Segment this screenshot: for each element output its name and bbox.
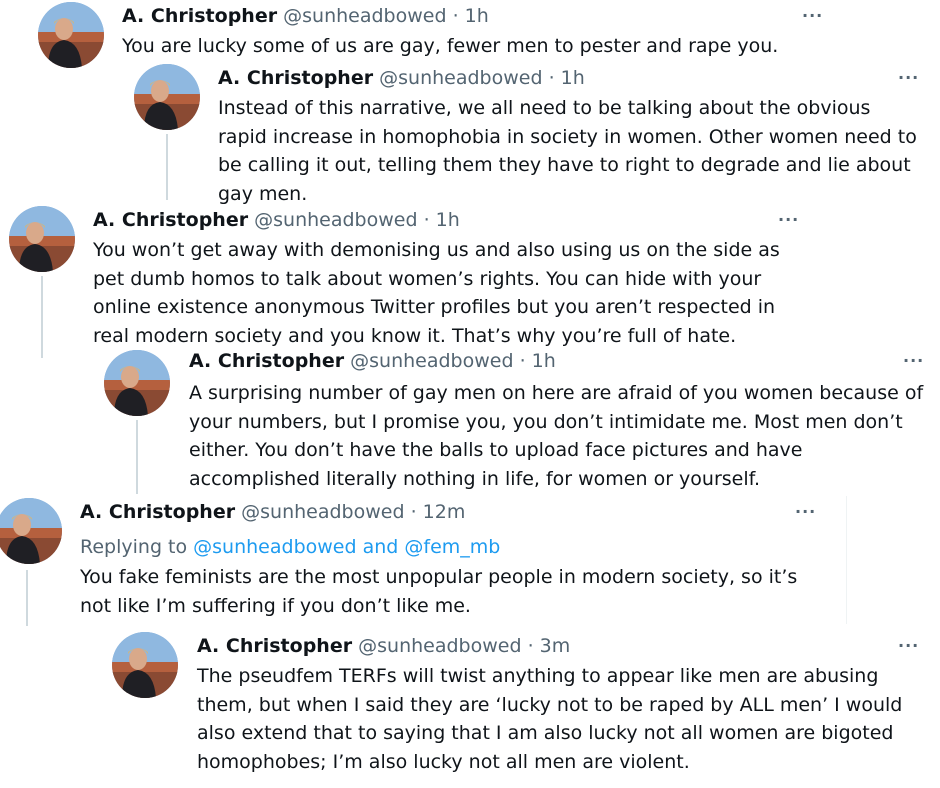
replying-to: Replying to @sunheadbowed and @fem_mb (80, 533, 500, 561)
display-name[interactable]: A. Christopher (197, 635, 352, 657)
timestamp[interactable]: 1h (532, 350, 556, 372)
display-name[interactable]: A. Christopher (80, 501, 235, 523)
separator: · (404, 501, 423, 523)
handle[interactable]: @sunheadbowed (254, 209, 417, 231)
tweet-header: A. Christopher @sunheadbowed · 1h (189, 349, 556, 373)
tweet-text: Instead of this narrative, we all need t… (218, 97, 917, 205)
handle[interactable]: @sunheadbowed (379, 67, 542, 89)
tweet-text: You fake feminists are the most unpopula… (80, 566, 798, 617)
timestamp[interactable]: 1h (465, 5, 489, 27)
more-horizontal-icon[interactable]: ··· (903, 351, 924, 370)
tweet-text: You won’t get away with demonising us an… (93, 239, 780, 347)
handle[interactable]: @sunheadbowed (283, 5, 446, 27)
handle[interactable]: @sunheadbowed (358, 635, 521, 657)
separator: · (521, 635, 540, 657)
timestamp[interactable]: 1h (436, 209, 460, 231)
timestamp[interactable]: 3m (540, 635, 571, 657)
thread-line (166, 134, 168, 200)
tweet-header: A. Christopher @sunheadbowed · 1h (122, 4, 489, 28)
more-horizontal-icon[interactable]: ··· (778, 210, 799, 229)
tweet-header: A. Christopher @sunheadbowed · 12m (80, 500, 465, 524)
tweet-header: A. Christopher @sunheadbowed · 3m (197, 634, 570, 658)
more-horizontal-icon[interactable]: ··· (898, 636, 919, 655)
more-horizontal-icon[interactable]: ··· (898, 68, 919, 87)
tweet-header: A. Christopher @sunheadbowed · 1h (93, 208, 460, 232)
avatar[interactable] (0, 498, 62, 564)
replying-to-label: Replying to (80, 536, 194, 558)
more-horizontal-icon[interactable]: ··· (795, 502, 816, 521)
more-horizontal-icon[interactable]: ··· (802, 6, 823, 25)
display-name[interactable]: A. Christopher (93, 209, 248, 231)
avatar[interactable] (112, 632, 178, 698)
timestamp[interactable]: 12m (423, 501, 466, 523)
avatar[interactable] (38, 2, 104, 68)
tweet-text: A surprising number of gay men on here a… (189, 382, 924, 490)
avatar[interactable] (134, 64, 200, 130)
separator: · (417, 209, 436, 231)
display-name[interactable]: A. Christopher (218, 67, 373, 89)
tweet-text: You are lucky some of us are gay, fewer … (122, 35, 779, 57)
avatar[interactable] (104, 350, 170, 416)
display-name[interactable]: A. Christopher (189, 350, 344, 372)
separator: · (542, 67, 561, 89)
replying-to-link[interactable]: @sunheadbowed and @fem_mb (193, 536, 500, 558)
tweet-text: The pseudfem TERFs will twist anything t… (197, 665, 903, 773)
thread-line (136, 420, 138, 494)
avatar[interactable] (9, 206, 75, 272)
separator: · (446, 5, 465, 27)
tweet-header: A. Christopher @sunheadbowed · 1h (218, 66, 585, 90)
thread-line (26, 570, 28, 626)
timestamp[interactable]: 1h (561, 67, 585, 89)
handle[interactable]: @sunheadbowed (241, 501, 404, 523)
column-divider (846, 496, 847, 624)
display-name[interactable]: A. Christopher (122, 5, 277, 27)
thread-line (41, 276, 43, 358)
separator: · (513, 350, 532, 372)
handle[interactable]: @sunheadbowed (350, 350, 513, 372)
